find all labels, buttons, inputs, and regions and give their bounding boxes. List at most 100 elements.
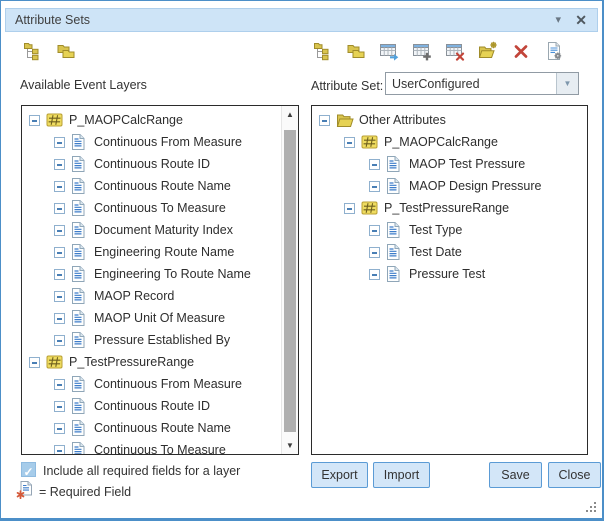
resize-grip-icon[interactable] [585,501,597,513]
required-field-label: = Required Field [39,485,131,499]
collapse-minus-icon[interactable] [369,159,380,170]
tree-item[interactable]: P_MAOPCalcRange [312,131,587,153]
collapse-minus-icon[interactable] [369,247,380,258]
tree-item-label: P_TestPressureRange [69,355,194,369]
tree-item[interactable]: Continuous To Measure [22,197,281,219]
table-arrow-icon[interactable] [379,41,399,61]
doc-icon [71,332,89,348]
tree-item-label: Continuous Route ID [94,399,210,413]
close-button[interactable]: Close [548,462,601,488]
collapse-minus-icon[interactable] [54,335,65,346]
doc-icon [71,310,89,326]
tree-item-label: P_MAOPCalcRange [384,135,498,149]
event-table-icon [46,354,64,370]
doc-icon [386,178,404,194]
tree-item[interactable]: Document Maturity Index [22,219,281,241]
doc-icon [71,222,89,238]
table-remove-icon[interactable] [445,41,465,61]
collapse-minus-icon[interactable] [54,291,65,302]
tree-item[interactable]: Continuous Route ID [22,395,281,417]
collapse-minus-icon[interactable] [54,423,65,434]
tree-expand-icon[interactable] [313,41,333,61]
event-table-icon [46,112,64,128]
export-button[interactable]: Export [311,462,368,488]
collapse-minus-icon[interactable] [54,225,65,236]
dropdown-arrow-icon[interactable]: ▼ [556,73,578,94]
delete-red-x-icon[interactable] [511,41,531,61]
tree-item-label: MAOP Unit Of Measure [94,311,225,325]
collapse-minus-icon[interactable] [29,357,40,368]
collapse-minus-icon[interactable] [29,115,40,126]
tree-item[interactable]: Pressure Test [312,263,587,285]
scrollbar-thumb[interactable] [284,130,296,432]
collapse-minus-icon[interactable] [319,115,330,126]
tree-item[interactable]: Other Attributes [312,109,587,131]
tree-item[interactable]: Engineering To Route Name [22,263,281,285]
tree-item[interactable]: Continuous From Measure [22,131,281,153]
collapse-minus-icon[interactable] [369,269,380,280]
collapse-minus-icon[interactable] [54,137,65,148]
tree-item-label: MAOP Test Pressure [409,157,525,171]
tree-item[interactable]: Continuous Route Name [22,417,281,439]
tree-item[interactable]: Continuous To Measure [22,439,281,455]
doc-icon [71,420,89,436]
collapse-minus-icon[interactable] [54,203,65,214]
folders-collapse-icon[interactable] [346,41,366,61]
include-required-fields-checkbox[interactable]: ✓ [21,462,36,477]
tree-item-label: Engineering To Route Name [94,267,251,281]
tree-item-label: Pressure Test [409,267,485,281]
import-button[interactable]: Import [373,462,430,488]
scroll-up-icon[interactable]: ▲ [282,106,298,123]
folder-gear-icon[interactable] [478,41,498,61]
document-gear-icon[interactable] [544,41,564,61]
tree-item[interactable]: MAOP Record [22,285,281,307]
collapse-minus-icon[interactable] [54,269,65,280]
tree-expand-icon[interactable] [23,41,43,61]
tree-item-label: Continuous From Measure [94,377,242,391]
attribute-set-panel: Other Attributes P_MAOPCalcRange MAOP Test… [311,105,588,455]
collapse-minus-icon[interactable] [54,159,65,170]
tree-item[interactable]: MAOP Design Pressure [312,175,587,197]
table-add-icon[interactable] [412,41,432,61]
tree-item[interactable]: Continuous Route ID [22,153,281,175]
collapse-minus-icon[interactable] [369,225,380,236]
collapse-minus-icon[interactable] [54,181,65,192]
titlebar[interactable]: Attribute Sets ▾ ✕ [5,8,598,32]
collapse-minus-icon[interactable] [54,313,65,324]
left-tree-scrollbar[interactable]: ▲ ▼ [281,106,298,454]
collapse-minus-icon[interactable] [344,137,355,148]
tree-item-label: Other Attributes [359,113,446,127]
collapse-minus-icon[interactable] [54,401,65,412]
tree-item[interactable]: Continuous Route Name [22,175,281,197]
save-button[interactable]: Save [489,462,542,488]
collapse-minus-icon[interactable] [369,181,380,192]
tree-item[interactable]: P_MAOPCalcRange [22,109,281,131]
tree-item[interactable]: MAOP Test Pressure [312,153,587,175]
tree-item[interactable]: P_TestPressureRange [312,197,587,219]
tree-item[interactable]: Continuous From Measure [22,373,281,395]
doc-icon [386,244,404,260]
tree-item[interactable]: MAOP Unit Of Measure [22,307,281,329]
collapse-minus-icon[interactable] [54,379,65,390]
tree-item-label: Document Maturity Index [94,223,233,237]
attribute-set-label: Attribute Set: [311,79,383,93]
tree-item[interactable]: P_TestPressureRange [22,351,281,373]
collapse-minus-icon[interactable] [344,203,355,214]
tree-item-label: Continuous To Measure [94,443,226,455]
scroll-down-icon[interactable]: ▼ [282,437,298,454]
collapse-minus-icon[interactable] [54,445,65,456]
tree-item-label: P_MAOPCalcRange [69,113,183,127]
tree-item[interactable]: Test Type [312,219,587,241]
attribute-set-dropdown[interactable]: UserConfigured ▼ [385,72,579,95]
doc-icon [71,376,89,392]
tree-item[interactable]: Test Date [312,241,587,263]
doc-icon [71,398,89,414]
folders-collapse-icon[interactable] [56,41,76,61]
window-menu-icon[interactable]: ▾ [555,15,561,26]
collapse-minus-icon[interactable] [54,247,65,258]
tree-item-label: MAOP Design Pressure [409,179,541,193]
close-icon[interactable]: ✕ [575,12,587,29]
tree-item[interactable]: Pressure Established By [22,329,281,351]
tree-item-label: Continuous Route Name [94,421,231,435]
tree-item[interactable]: Engineering Route Name [22,241,281,263]
